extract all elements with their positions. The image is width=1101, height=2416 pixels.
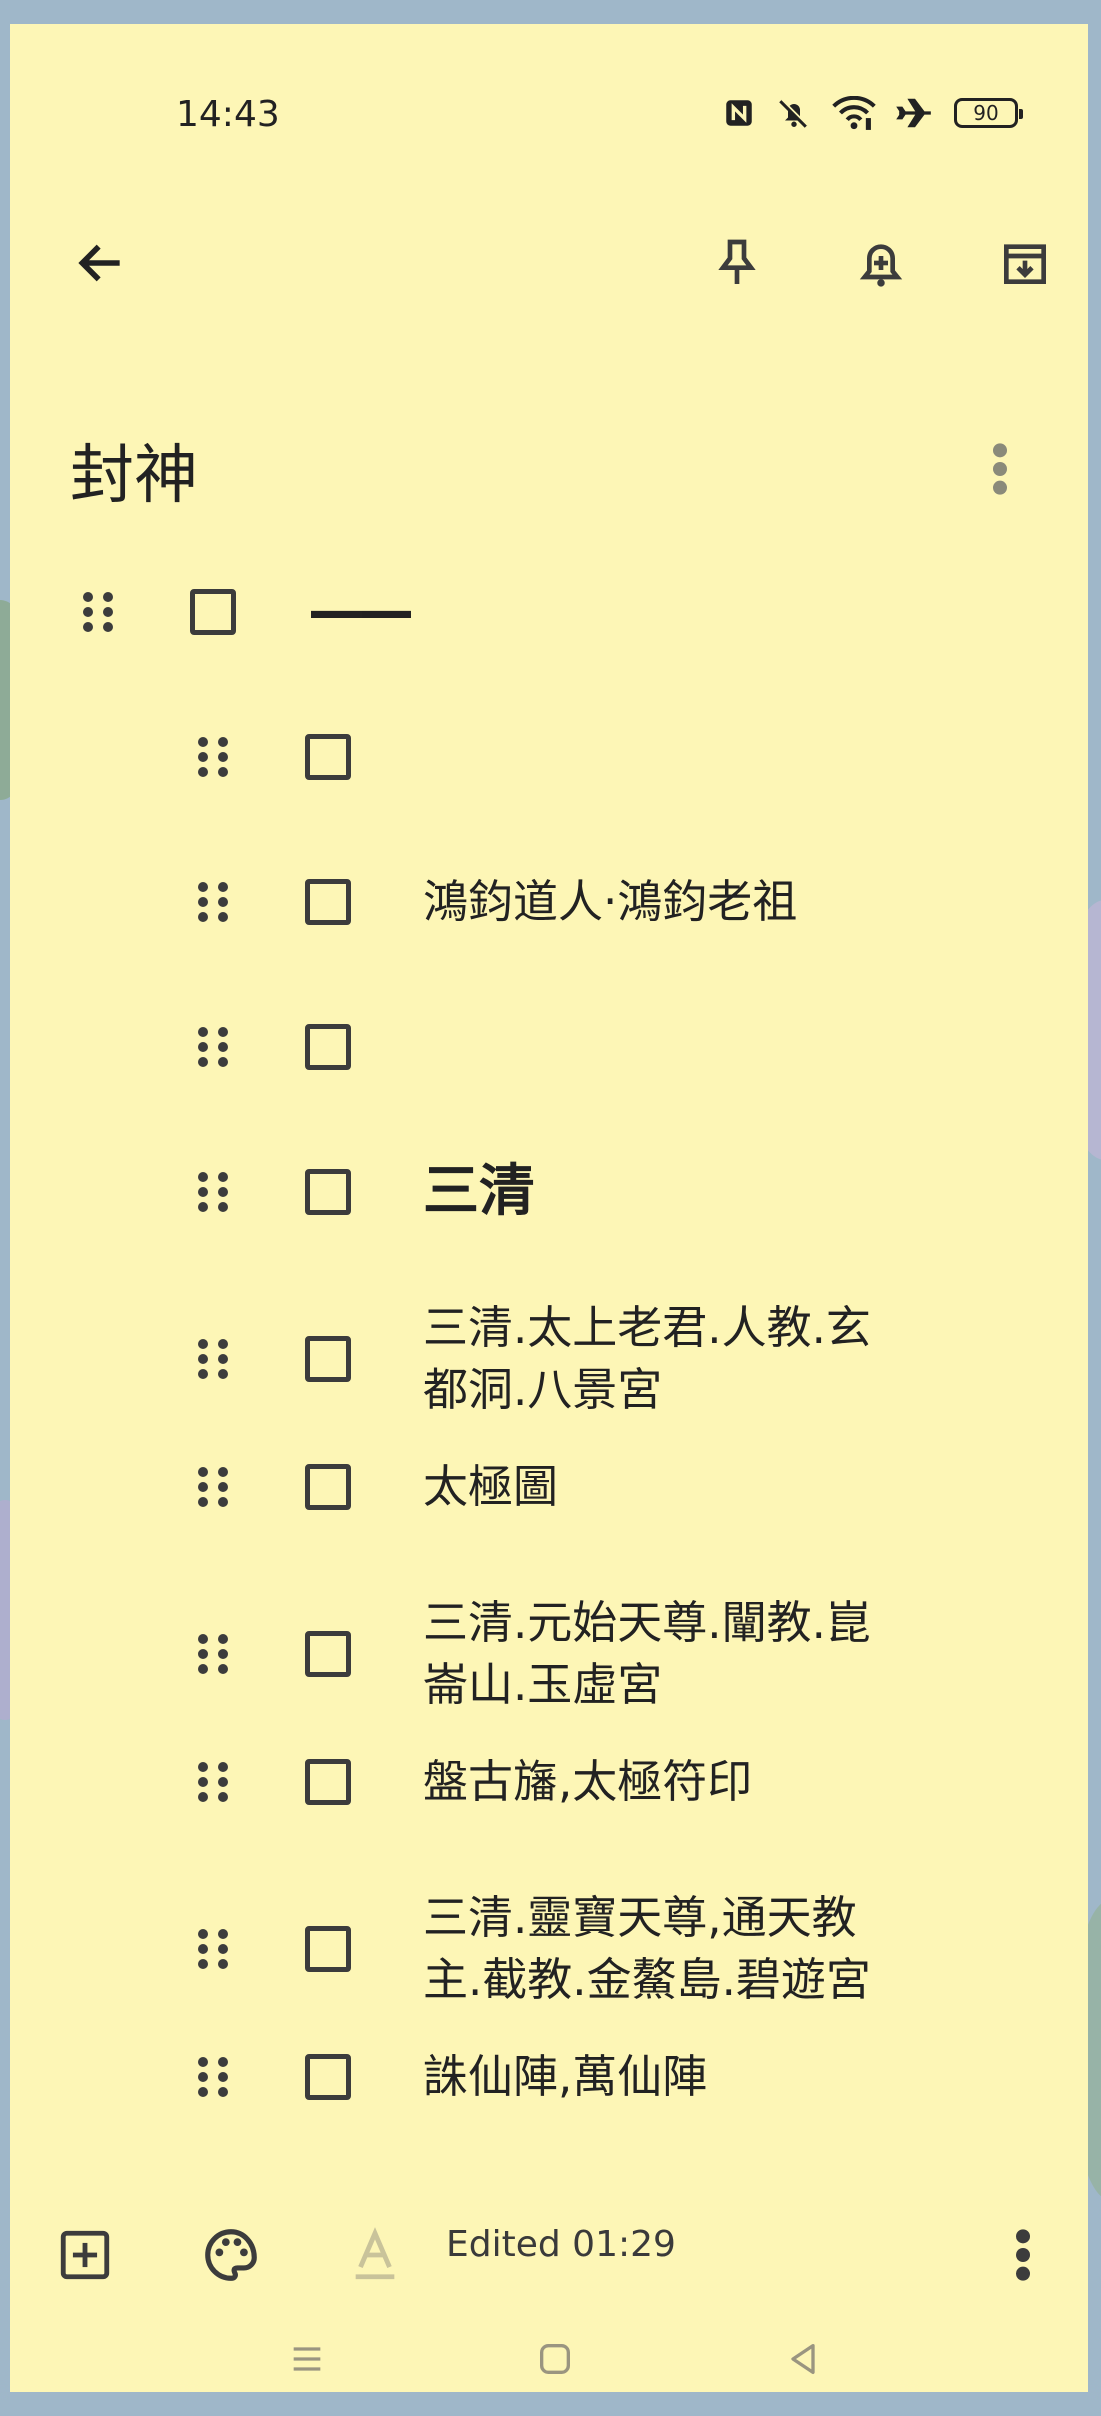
back-triangle-icon — [791, 2344, 815, 2374]
battery-level: 90 — [973, 101, 999, 125]
color-button[interactable] — [186, 2210, 276, 2300]
checkbox[interactable] — [305, 1926, 351, 1972]
nfc-icon — [726, 100, 752, 126]
checkbox[interactable] — [305, 879, 351, 925]
checklist-item[interactable]: 盤古旛,太極符印 — [10, 1742, 1088, 1822]
add-reminder-icon — [859, 244, 903, 287]
archive-icon — [1004, 244, 1046, 284]
bell-muted-icon — [779, 98, 809, 128]
checklist-item[interactable]: 太極圖 — [10, 1447, 1088, 1527]
checklist-item[interactable]: 誅仙陣,萬仙陣 — [10, 2037, 1088, 2117]
drag-handle-icon[interactable] — [78, 587, 118, 637]
pin-icon — [718, 239, 756, 284]
checklist-item-text[interactable]: 三清.元始天尊.闡教.崑 崙山.玉虛宮 — [423, 1592, 903, 1716]
battery-icon: 90 — [954, 98, 1023, 128]
more-vert-icon — [993, 443, 1007, 495]
add-reminder-button[interactable] — [836, 218, 926, 308]
text-format-button[interactable] — [330, 2210, 420, 2300]
drag-handle-icon[interactable] — [193, 1462, 233, 1512]
note-editor: 14:43 90 封神 —— 鴻鈞道人·鴻鈞老祖 三清 三清.太上老君.人教.玄… — [10, 24, 1088, 2392]
checklist-item[interactable]: 三清.元始天尊.闡教.崑 崙山.玉虛宮 — [10, 1592, 1088, 1716]
note-title[interactable]: 封神 — [70, 424, 198, 516]
drag-handle-icon[interactable] — [193, 732, 233, 782]
checkbox[interactable] — [305, 1631, 351, 1677]
title-more-button[interactable] — [970, 434, 1030, 504]
checkbox[interactable] — [305, 2054, 351, 2100]
drag-handle-icon[interactable] — [193, 877, 233, 927]
checkbox[interactable] — [305, 1336, 351, 1382]
edited-timestamp: Edited 01:29 — [446, 2224, 676, 2265]
bottom-toolbar: Edited 01:29 — [10, 2194, 1088, 2314]
palette-icon — [205, 2229, 257, 2281]
home-button[interactable] — [510, 2314, 600, 2392]
drag-handle-icon[interactable] — [193, 1334, 233, 1384]
checklist-item[interactable]: 鴻鈞道人·鴻鈞老祖 — [10, 862, 1088, 942]
recents-icon — [293, 2347, 321, 2371]
back-button[interactable] — [56, 218, 146, 308]
more-vert-icon — [1016, 2229, 1030, 2281]
more-options-button[interactable] — [978, 2210, 1068, 2300]
checklist-item-text[interactable]: 三清.太上老君.人教.玄 都洞.八景宮 — [423, 1297, 903, 1421]
system-nav-bar — [10, 2324, 1088, 2392]
note-toolbar — [10, 204, 1088, 324]
add-item-button[interactable] — [40, 2210, 130, 2300]
drag-handle-icon[interactable] — [193, 1924, 233, 1974]
text-format-icon — [355, 2227, 395, 2280]
back-arrow-icon — [78, 244, 120, 282]
drag-handle-icon[interactable] — [193, 2052, 233, 2102]
checklist-item-text[interactable]: 太極圖 — [423, 1456, 903, 1518]
checklist-item-text[interactable]: 鴻鈞道人·鴻鈞老祖 — [423, 871, 903, 933]
home-icon — [540, 2344, 570, 2374]
checkbox[interactable] — [305, 1024, 351, 1070]
status-time: 14:43 — [176, 94, 280, 135]
checkbox[interactable] — [305, 1464, 351, 1510]
checkbox[interactable] — [305, 1169, 351, 1215]
checklist-item[interactable]: —— — [10, 572, 1088, 652]
checklist-item[interactable]: 三清.太上老君.人教.玄 都洞.八景宮 — [10, 1297, 1088, 1421]
checklist-item[interactable]: 三清.靈寶天尊,通天教 主.截教.金鰲島.碧遊宮 — [10, 1887, 1088, 2011]
pin-button[interactable] — [692, 218, 782, 308]
drag-handle-icon[interactable] — [193, 1167, 233, 1217]
archive-button[interactable] — [980, 218, 1070, 308]
checkbox[interactable] — [305, 734, 351, 780]
checklist-item[interactable] — [10, 1007, 1088, 1087]
checklist-item[interactable]: 三清 — [10, 1152, 1088, 1232]
checklist-item-text[interactable]: 三清.靈寶天尊,通天教 主.截教.金鰲島.碧遊宮 — [423, 1887, 903, 2011]
recents-button[interactable] — [262, 2314, 352, 2392]
drag-handle-icon[interactable] — [193, 1629, 233, 1679]
checklist-item-text[interactable]: 盤古旛,太極符印 — [423, 1751, 903, 1813]
checklist-item-text[interactable]: 誅仙陣,萬仙陣 — [423, 2046, 903, 2108]
wifi-icon — [832, 96, 876, 130]
checkbox[interactable] — [190, 589, 236, 635]
status-bar: 14:43 90 — [10, 24, 1088, 164]
checklist-item[interactable] — [10, 717, 1088, 797]
checklist-item-text[interactable]: 三清 — [423, 1161, 903, 1223]
nav-back-button[interactable] — [758, 2314, 848, 2392]
drag-handle-icon[interactable] — [193, 1022, 233, 1072]
status-icons: 90 — [722, 94, 1023, 132]
checkbox[interactable] — [305, 1759, 351, 1805]
checklist-item-text[interactable]: —— — [308, 581, 788, 643]
drag-handle-icon[interactable] — [193, 1757, 233, 1807]
airplane-icon — [896, 98, 931, 128]
add-box-icon — [60, 2230, 110, 2280]
